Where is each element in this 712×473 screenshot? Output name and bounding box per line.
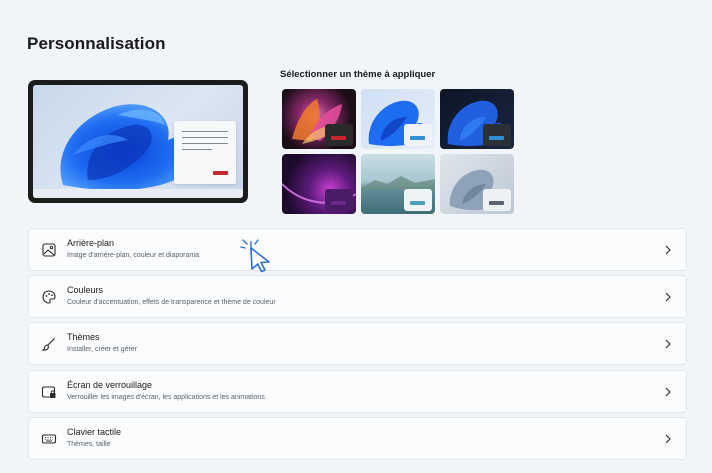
chevron-right-icon [665, 245, 671, 255]
chevron-right-icon [665, 434, 671, 444]
lock-screen-icon [41, 386, 56, 398]
setting-row-background[interactable]: Arrière-plan Image d'arrière-plan, coule… [28, 228, 687, 271]
preview-line [182, 143, 228, 144]
preview-line [182, 131, 228, 132]
preview-window [174, 121, 236, 184]
setting-description: Verrouiller les images d'écran, les appl… [67, 394, 265, 401]
theme-accent-bar [489, 201, 504, 205]
setting-row-lock-screen[interactable]: Écran de verrouillage Verrouiller les im… [28, 370, 687, 413]
theme-accent-bar [331, 136, 346, 140]
chevron-right-icon [665, 387, 671, 397]
setting-row-colors[interactable]: Couleurs Couleur d'accentuation, effets … [28, 275, 687, 318]
theme-accent-bar [410, 136, 425, 140]
theme-accent-bar [331, 201, 346, 205]
setting-row-themes[interactable]: Thèmes Installer, créer et gérer [28, 322, 687, 365]
preview-line [182, 137, 228, 138]
setting-description: Couleur d'accentuation, effets de transp… [67, 299, 276, 306]
themes-label: Sélectionner un thème à appliquer [280, 69, 436, 80]
theme-chip [404, 189, 432, 211]
theme-preview [28, 80, 248, 203]
theme-accent-bar [489, 136, 504, 140]
theme-chip [483, 124, 511, 146]
theme-tile-light-bloom[interactable] [361, 89, 435, 149]
setting-description: Thèmes, taille [67, 441, 111, 448]
setting-description: Installer, créer et gérer [67, 346, 138, 353]
preview-accent-button [213, 171, 228, 175]
setting-label: Clavier tactile [67, 427, 122, 437]
theme-chip [325, 124, 353, 146]
palette-icon [42, 290, 56, 304]
theme-chip [483, 189, 511, 211]
theme-tile-captured-motion[interactable] [282, 154, 356, 214]
setting-description: Image d'arrière-plan, couleur et diapora… [67, 252, 200, 259]
settings-page: Personnalisation Sélectionner un thème à… [6, 6, 706, 473]
keyboard-icon [41, 434, 57, 444]
preview-line [182, 149, 212, 150]
theme-chip [404, 124, 432, 146]
setting-label: Écran de verrouillage [67, 380, 153, 390]
setting-row-touch-keyboard[interactable]: Clavier tactile Thèmes, taille [28, 417, 687, 460]
setting-label: Thèmes [67, 332, 100, 342]
chevron-right-icon [665, 339, 671, 349]
chevron-right-icon [665, 292, 671, 302]
theme-tile-glow[interactable] [282, 89, 356, 149]
theme-tile-sunrise[interactable] [440, 154, 514, 214]
click-cursor-icon [240, 239, 270, 273]
theme-accent-bar [410, 201, 425, 205]
image-icon [42, 243, 56, 257]
preview-screen [33, 85, 243, 198]
theme-chip [325, 189, 353, 211]
theme-tile-flow[interactable] [361, 154, 435, 214]
brush-icon [41, 338, 55, 351]
theme-tile-dark-bloom[interactable] [440, 89, 514, 149]
setting-label: Couleurs [67, 285, 104, 295]
setting-label: Arrière-plan [67, 238, 115, 248]
preview-taskbar [33, 189, 243, 198]
page-title: Personnalisation [27, 34, 166, 53]
